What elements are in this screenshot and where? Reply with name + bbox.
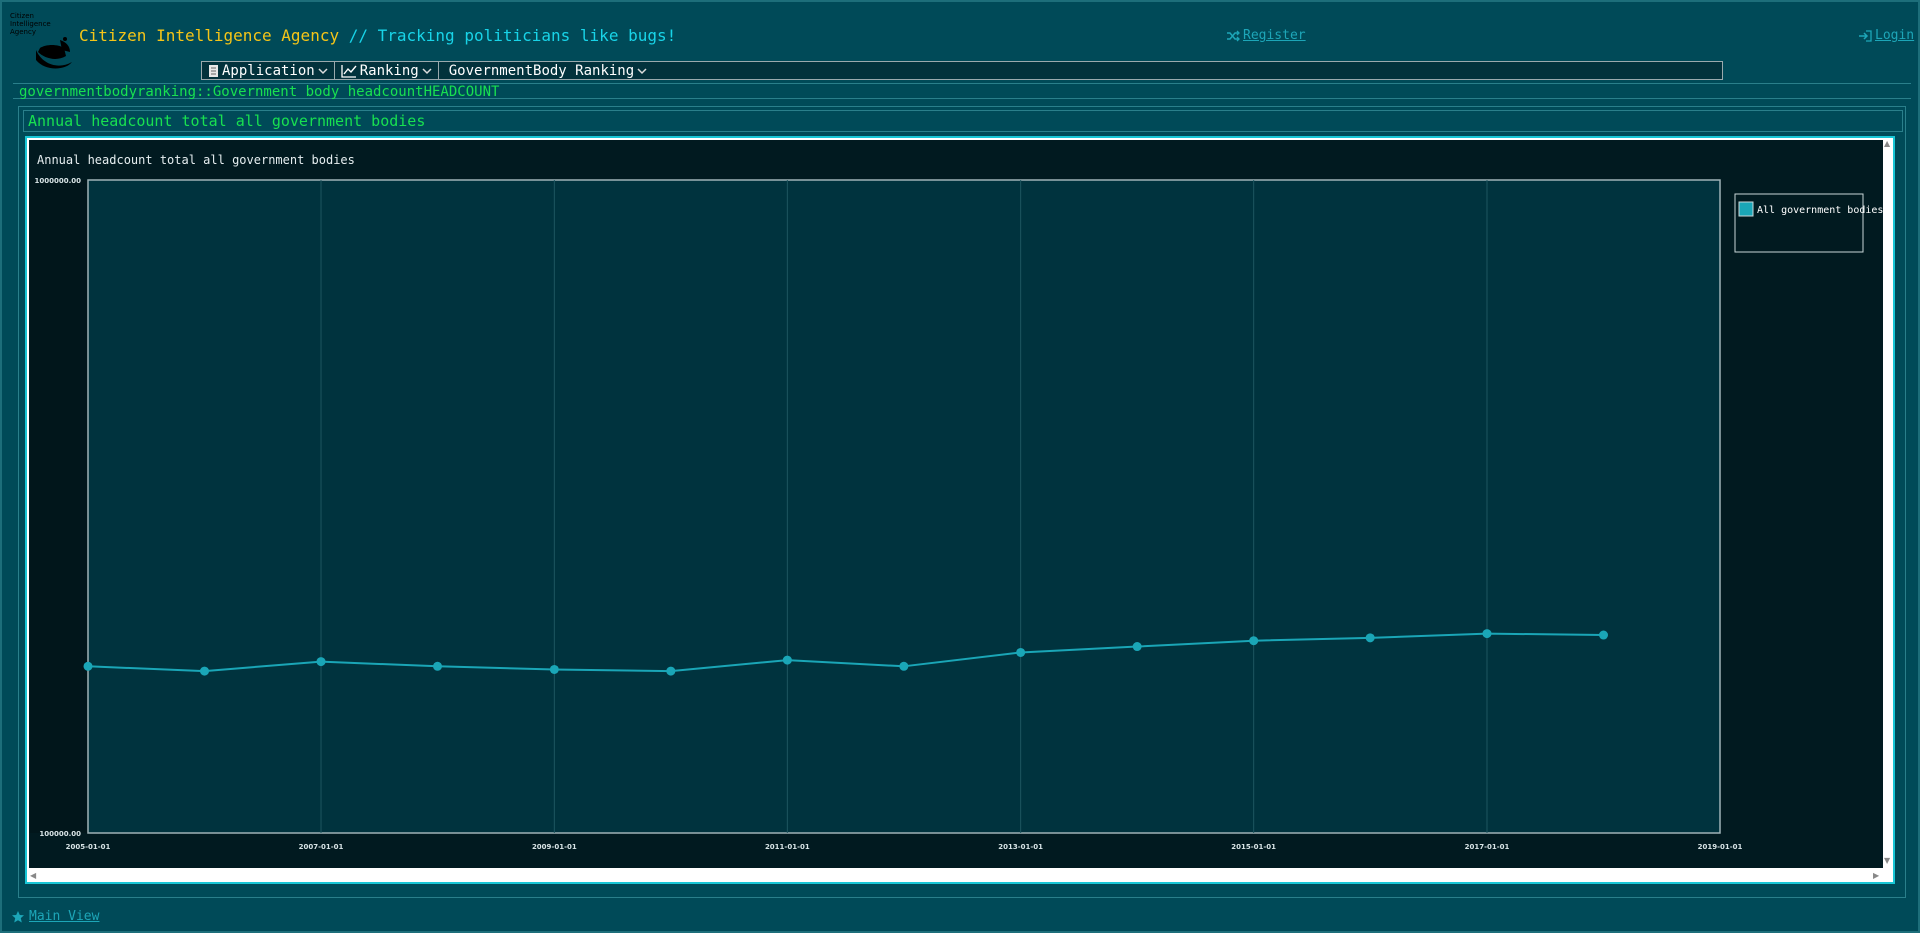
register-link[interactable]: Register [1226,28,1306,43]
x-tick-label-4: 2013-01-01 [998,843,1043,851]
panel-caption: Annual headcount total all government bo… [23,110,1903,132]
data-point-11 [1365,633,1375,643]
x-tick-label-6: 2017-01-01 [1465,843,1510,851]
x-tick-label-7: 2019-01-01 [1698,843,1743,851]
plot-area [87,179,1721,834]
brand-tagline: // Tracking politicians like bugs! [339,26,677,45]
scroll-down-icon[interactable]: ▼ [1884,856,1890,865]
scroll-up-icon[interactable]: ▲ [1884,139,1890,148]
x-tick-label-0: 2005-01-01 [66,843,111,851]
brand: Citizen Intelligence Agency // Tracking … [79,26,676,45]
y-axis-strip [29,180,88,833]
x-tick-label-5: 2015-01-01 [1231,843,1276,851]
data-point-0 [83,661,93,671]
menu-governmentbody-ranking-label: GovernmentBody Ranking [448,62,635,79]
chevron-down-icon [318,67,328,74]
legend-swatch [1738,201,1754,217]
scroll-right-icon[interactable]: ▶ [1873,871,1879,880]
data-point-13 [1598,630,1608,640]
menu-governmentbody-ranking[interactable]: GovernmentBody Ranking [439,62,653,79]
panel-caption-text: Annual headcount total all government bo… [28,112,426,130]
chevron-down-icon [637,67,647,74]
chart-panel: Annual headcount total all government bo… [18,106,1906,898]
document-icon [209,64,218,77]
x-tick-label-1: 2007-01-01 [299,843,344,851]
sign-in-icon [1859,29,1872,42]
shuffle-icon [1227,30,1240,41]
logo[interactable]: Citizen Intelligence Agency [10,12,74,72]
horizontal-scrollbar[interactable]: ◀ ▶ [27,870,1893,882]
register-label: Register [1243,28,1306,43]
login-link[interactable]: Login [1858,28,1914,43]
brand-name: Citizen Intelligence Agency [79,26,340,45]
data-point-3 [433,661,443,671]
chart-title: Annual headcount total all government bo… [37,153,355,167]
data-point-5 [666,666,676,676]
star-icon [12,910,24,922]
header: Citizen Intelligence Agency Citizen Inte… [2,2,1920,69]
chevron-down-icon [422,67,432,74]
chart-line-icon [341,64,357,78]
y-tick-label-bottom: 100000.00 [39,830,81,838]
data-point-9 [1132,642,1142,652]
chart-frame: Annual headcount total all government bo… [25,136,1895,884]
menu-ranking-label: Ranking [359,62,419,79]
bug-logo-icon [36,37,72,69]
data-point-6 [782,655,792,665]
x-tick-label-3: 2011-01-01 [765,843,810,851]
line-chart: Annual headcount total all government bo… [29,153,1883,851]
data-point-4 [549,664,559,674]
menu-application[interactable]: Application [202,62,335,79]
vertical-scrollbar[interactable]: ▲ ▼ [1883,138,1893,882]
data-point-12 [1482,629,1492,639]
main-view-link[interactable]: Main View [11,909,99,924]
legend: All government bodies [1734,193,1883,253]
y-tick-label-top: 1000000.00 [35,177,82,185]
data-point-8 [1016,647,1026,657]
page-title-bar: governmentbodyranking::Government body h… [13,83,1911,100]
menu-application-label: Application [222,62,315,79]
logo-text: Citizen Intelligence Agency [10,12,51,36]
scroll-left-icon[interactable]: ◀ [30,871,36,880]
login-label: Login [1875,28,1915,43]
legend-label: All government bodies [1757,205,1883,216]
app-frame: Citizen Intelligence Agency Citizen Inte… [0,0,1920,933]
main-view-label: Main View [29,909,100,924]
data-point-2 [316,657,326,667]
data-point-10 [1249,636,1259,646]
x-tick-label-2: 2009-01-01 [532,843,577,851]
page-title: governmentbodyranking::Government body h… [19,84,500,100]
chart-area: Annual headcount total all government bo… [29,140,1887,868]
data-point-1 [200,666,210,676]
data-point-7 [899,661,909,671]
legend-box [1734,193,1864,253]
menu-ranking[interactable]: Ranking [335,62,439,79]
menu-bar: Application Ranking GovernmentBody Ranki… [201,61,1723,80]
